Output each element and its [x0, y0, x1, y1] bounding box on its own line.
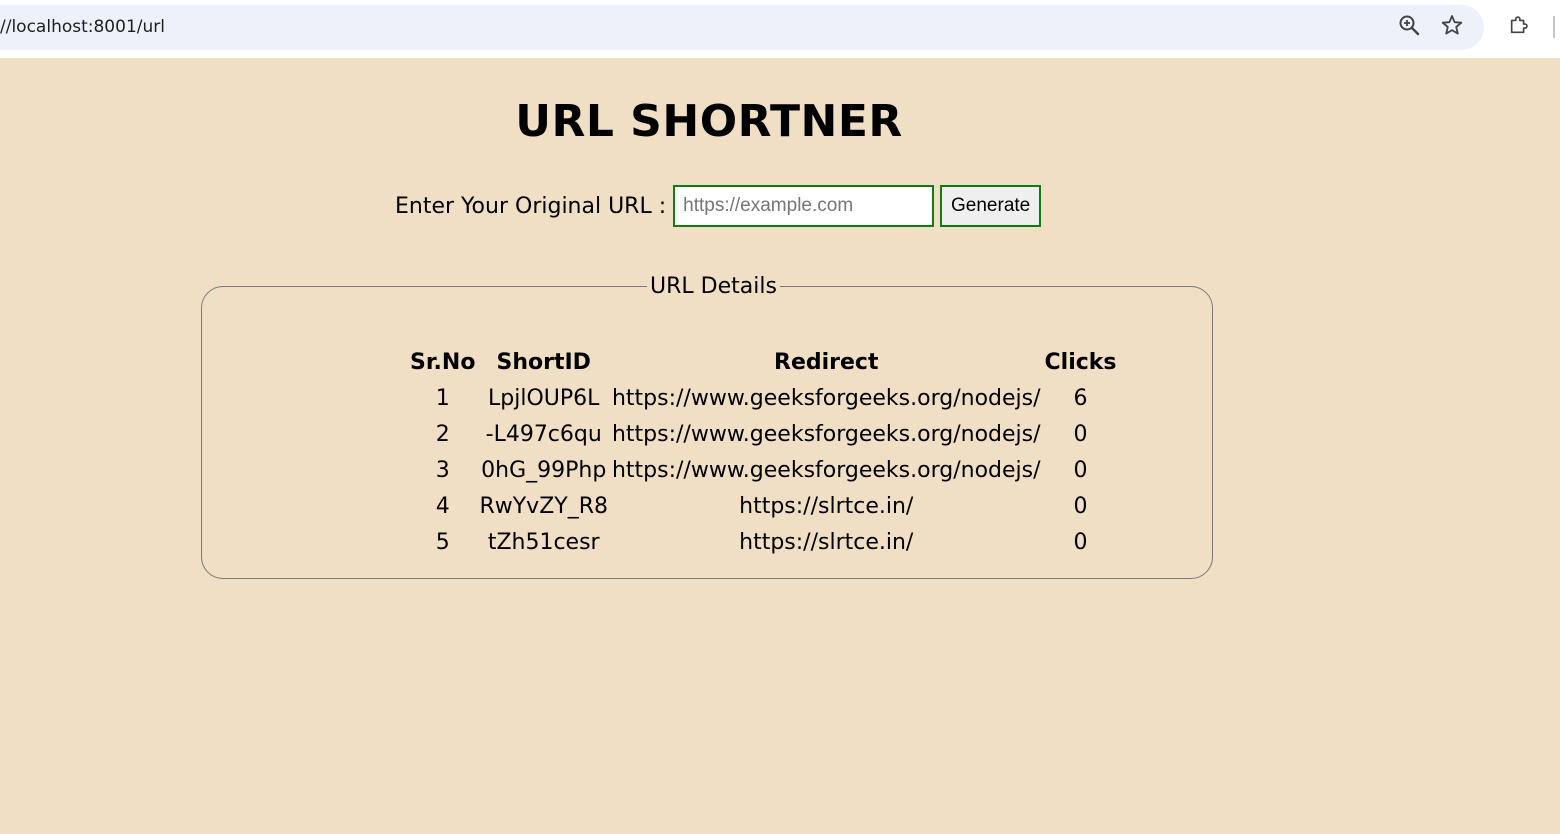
cell-sr-no: 3	[435, 457, 450, 483]
table-row: 4 RwYvZY_R8 https://slrtce.in/ 0	[408, 488, 1119, 524]
cell-sr-no: 2	[435, 421, 450, 447]
cell-short-id: -L497c6qu	[485, 421, 602, 447]
extensions-icon[interactable]	[1508, 14, 1530, 36]
cell-sr-no: 5	[435, 529, 450, 555]
url-details-panel: URL Details Sr.No ShortID Redirect Click…	[201, 274, 1213, 579]
cell-sr-no: 1	[435, 385, 450, 411]
table-row: 5 tZh51cesr https://slrtce.in/ 0	[408, 524, 1119, 560]
column-header-clicks: Clicks	[1044, 349, 1117, 375]
cell-clicks: 0	[1073, 529, 1088, 555]
cell-short-id: RwYvZY_R8	[479, 493, 608, 519]
cell-redirect: https://www.geeksforgeeks.org/nodejs/	[611, 457, 1041, 483]
original-url-input[interactable]	[673, 185, 935, 227]
zoom-icon[interactable]	[1398, 14, 1420, 36]
column-header-redirect: Redirect	[774, 349, 879, 375]
cell-clicks: 6	[1073, 385, 1088, 411]
cell-redirect: https://slrtce.in/	[739, 529, 914, 555]
page-title: URL SHORTNER	[515, 96, 903, 147]
cell-clicks: 0	[1073, 421, 1088, 447]
table-row: 1 LpjlOUP6L https://www.geeksforgeeks.or…	[408, 380, 1119, 416]
cell-redirect: https://www.geeksforgeeks.org/nodejs/	[611, 421, 1041, 447]
cell-clicks: 0	[1073, 457, 1088, 483]
address-bar[interactable]: //localhost:8001/url	[0, 5, 1484, 50]
column-header-sr-no: Sr.No	[410, 349, 476, 375]
url-input-label: Enter Your Original URL :	[395, 193, 667, 219]
url-details-legend: URL Details	[650, 274, 777, 299]
cell-sr-no: 4	[435, 493, 450, 519]
cell-short-id: LpjlOUP6L	[488, 385, 600, 411]
cell-clicks: 0	[1073, 493, 1088, 519]
shorten-form: Enter Your Original URL : Generate	[395, 185, 1042, 227]
page-content: URL SHORTNER Enter Your Original URL : G…	[0, 58, 1560, 834]
cell-redirect: https://slrtce.in/	[739, 493, 914, 519]
cell-redirect: https://www.geeksforgeeks.org/nodejs/	[611, 385, 1041, 411]
column-header-short-id: ShortID	[496, 349, 591, 375]
generate-button[interactable]: Generate	[940, 185, 1042, 227]
cell-short-id: 0hG_99Php	[481, 457, 607, 483]
table-row: 3 0hG_99Php https://www.geeksforgeeks.or…	[408, 452, 1119, 488]
cell-short-id: tZh51cesr	[487, 529, 600, 555]
table-header-row: Sr.No ShortID Redirect Clicks	[408, 344, 1119, 380]
bookmark-star-icon[interactable]	[1441, 14, 1463, 36]
browser-toolbar: //localhost:8001/url	[0, 0, 1560, 58]
table-row: 2 -L497c6qu https://www.geeksforgeeks.or…	[408, 416, 1119, 452]
toolbar-divider	[1553, 16, 1555, 38]
url-table: Sr.No ShortID Redirect Clicks 1 LpjlOUP6…	[408, 344, 1119, 560]
address-bar-url[interactable]: //localhost:8001/url	[0, 5, 165, 50]
